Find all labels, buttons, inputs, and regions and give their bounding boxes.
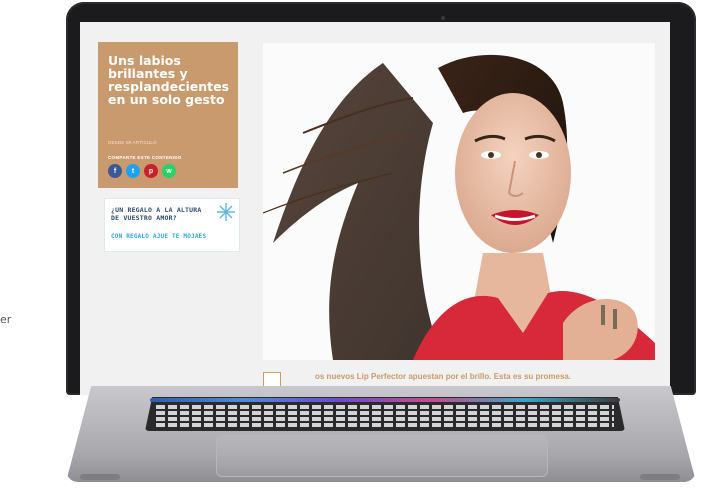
twitter-icon[interactable]: t [126, 164, 140, 178]
promo-headline: ¿UN REGALO A LA ALTURA DE VUESTRO AMOR? [111, 206, 202, 222]
laptop-foot-left [80, 474, 120, 480]
trackpad [216, 435, 548, 477]
article-intro: os nuevos Lip Perfector apuestan por el … [315, 372, 572, 381]
hero-photo [263, 43, 655, 360]
touch-bar [150, 398, 620, 402]
snowflake-icon [217, 203, 235, 221]
share-label: COMPARTE ESTE CONTENIDO [108, 155, 182, 160]
keyboard-keys [156, 405, 614, 429]
pinterest-icon[interactable]: p [144, 164, 158, 178]
camera-dot [441, 16, 445, 20]
social-share-row: f t p w [108, 164, 176, 178]
promo-cta[interactable]: CON REGALO AJUE TE MOJAES [111, 233, 233, 240]
whatsapp-icon[interactable]: w [162, 164, 176, 178]
facebook-icon[interactable]: f [108, 164, 122, 178]
article-title: Uns labios brillantes y resplandecientes… [108, 53, 230, 107]
laptop-foot-right [640, 474, 680, 480]
laptop-screen: Uns labios brillantes y resplandecientes… [80, 22, 670, 395]
woman-portrait-image [263, 43, 655, 360]
left-cut-text: er [0, 313, 12, 326]
article-meta: DESDE MI ARTÍCULO [108, 140, 157, 145]
article-title-card: Uns labios brillantes y resplandecientes… [98, 42, 238, 188]
promo-banner[interactable]: ¿UN REGALO A LA ALTURA DE VUESTRO AMOR? … [104, 198, 240, 252]
